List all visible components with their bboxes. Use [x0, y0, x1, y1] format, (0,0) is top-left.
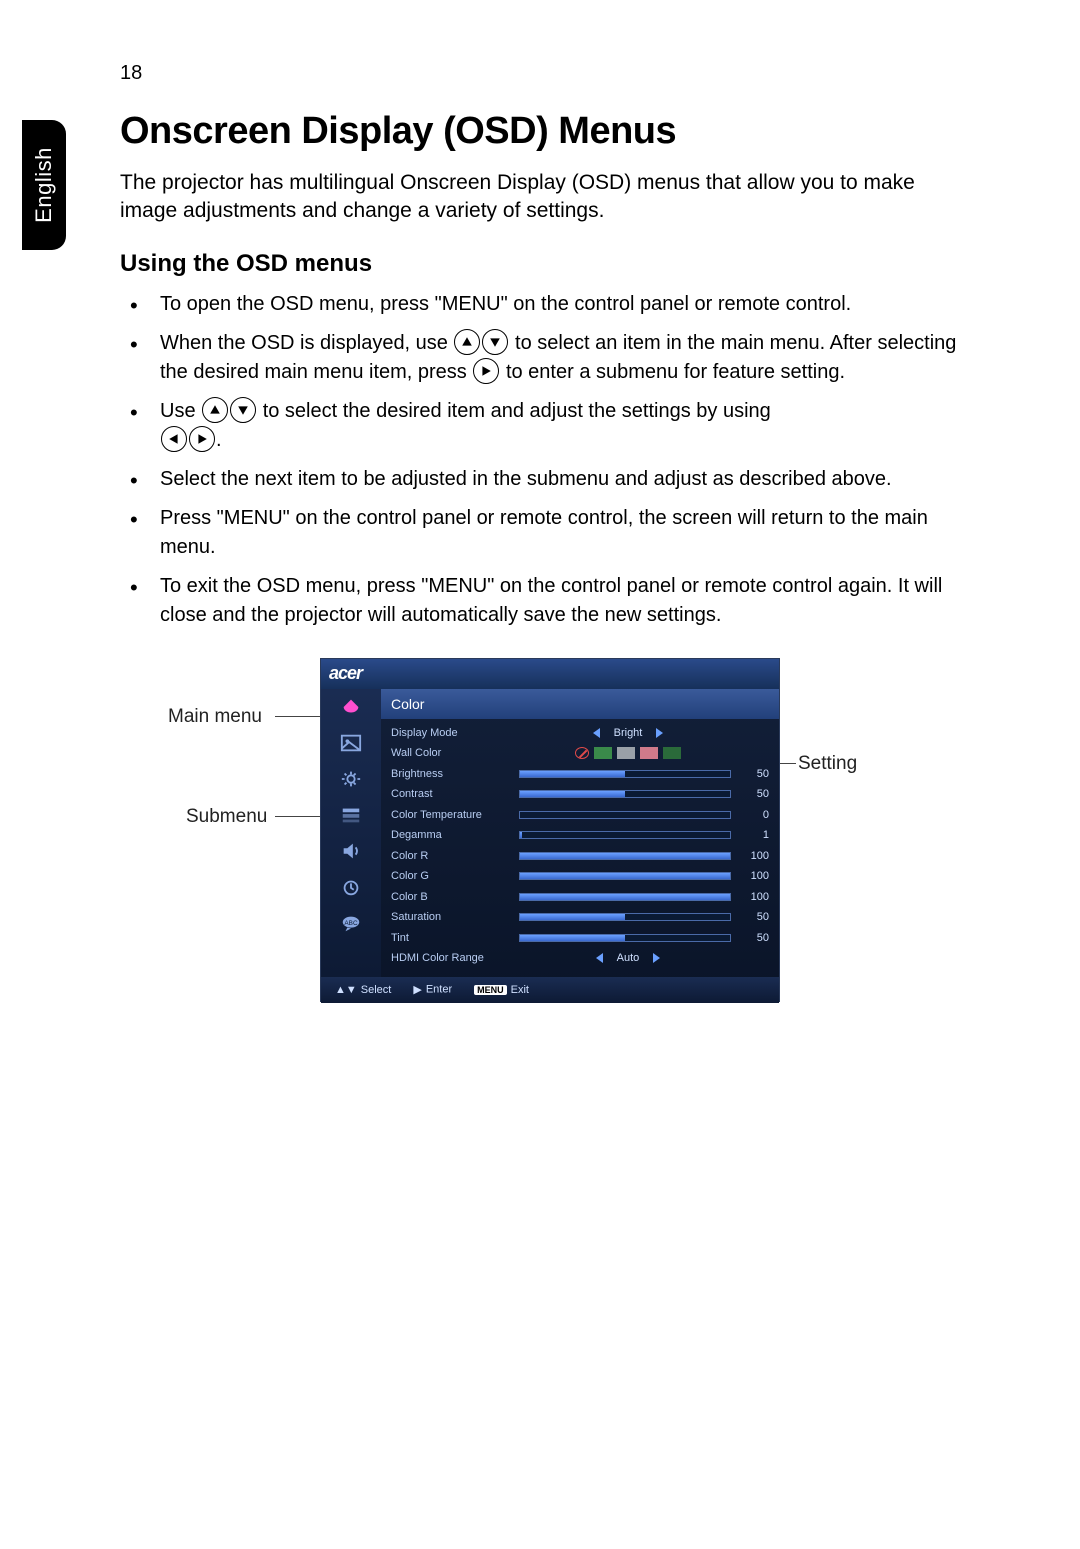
osd-row-label: Degamma	[391, 829, 519, 841]
menu-audio-icon[interactable]	[337, 839, 365, 863]
osd-row-label: Contrast	[391, 788, 519, 800]
up-arrow-icon	[202, 397, 228, 423]
osd-row[interactable]: Color Temperature 0	[391, 805, 769, 826]
text-run: to enter a submenu for feature setting.	[506, 361, 845, 383]
osd-row[interactable]: Saturation 50	[391, 907, 769, 928]
osd-row-control[interactable]	[519, 770, 737, 778]
osd-row-control[interactable]	[519, 913, 737, 921]
intro-paragraph: The projector has multilingual Onscreen …	[120, 169, 960, 226]
osd-row-control[interactable]	[519, 852, 737, 860]
osd-row[interactable]: Color B 100	[391, 887, 769, 908]
footer-select: ▲▼Select	[335, 984, 391, 996]
down-arrow-icon	[482, 329, 508, 355]
osd-row-label: Display Mode	[391, 727, 519, 739]
osd-main: Color Display ModeBrightWall ColorBright…	[381, 689, 779, 977]
osd-rows: Display ModeBrightWall ColorBrightness50…	[381, 719, 779, 977]
bullet-item: When the OSD is displayed, use to select…	[120, 329, 960, 387]
down-arrow-icon	[230, 397, 256, 423]
osd-footer: ▲▼Select ▶Enter MENUExit	[321, 977, 779, 1003]
bullet-item: To open the OSD menu, press "MENU" on th…	[120, 290, 960, 319]
osd-row-value: 50	[737, 788, 769, 800]
osd-row[interactable]: Display ModeBright	[391, 723, 769, 744]
right-arrow-icon	[473, 358, 499, 384]
osd-row-control[interactable]	[519, 747, 737, 759]
osd-row-control[interactable]: Bright	[519, 727, 737, 739]
osd-row-value: 1	[737, 829, 769, 841]
osd-row-value: 100	[737, 850, 769, 862]
osd-row[interactable]: Brightness 50	[391, 764, 769, 785]
page: 18 English Onscreen Display (OSD) Menus …	[0, 0, 1080, 1549]
bullet-item: Select the next item to be adjusted in t…	[120, 465, 960, 494]
osd-row-control[interactable]	[519, 811, 737, 819]
bullet-item: Press "MENU" on the control panel or rem…	[120, 504, 960, 562]
osd-row-control[interactable]	[519, 872, 737, 880]
language-tab-label: English	[31, 147, 57, 223]
osd-row-value: 100	[737, 870, 769, 882]
osd-row-control[interactable]	[519, 790, 737, 798]
footer-enter: ▶Enter	[413, 983, 452, 996]
osd-row[interactable]: Wall Color	[391, 743, 769, 764]
text-run: .	[216, 429, 222, 451]
osd-row-control[interactable]	[519, 893, 737, 901]
osd-row-value: 50	[737, 768, 769, 780]
osd-row-label: Color B	[391, 891, 519, 903]
osd-row[interactable]: HDMI Color RangeAuto	[391, 948, 769, 969]
bullet-item: To exit the OSD menu, press "MENU" on th…	[120, 572, 960, 630]
leader-line	[275, 716, 325, 717]
osd-row[interactable]: Color G 100	[391, 866, 769, 887]
content: Onscreen Display (OSD) Menus The project…	[120, 110, 960, 1048]
osd-body: ABC Color Display ModeBrightWall ColorBr…	[321, 689, 779, 977]
osd-row[interactable]: Contrast 50	[391, 784, 769, 805]
osd-row-label: Saturation	[391, 911, 519, 923]
text-run: Use	[160, 400, 201, 422]
menu-timer-icon[interactable]	[337, 875, 365, 899]
osd-row-label: Color G	[391, 870, 519, 882]
osd-row-value: 0	[737, 809, 769, 821]
osd-row-label: Color Temperature	[391, 809, 519, 821]
menu-setting-icon[interactable]	[337, 767, 365, 791]
osd-row-value: 100	[737, 891, 769, 903]
menu-color-icon[interactable]	[337, 695, 365, 719]
bullet-item: Use to select the desired item and adjus…	[120, 397, 960, 455]
text-run: When the OSD is displayed, use	[160, 332, 453, 354]
osd-row-label: Brightness	[391, 768, 519, 780]
callout-setting: Setting	[798, 753, 857, 775]
text-run: to select the desired item and adjust th…	[263, 400, 771, 422]
osd-figure: Main menu Submenu Setting acer A	[120, 658, 960, 1048]
osd-row[interactable]: Degamma 1	[391, 825, 769, 846]
up-arrow-icon	[454, 329, 480, 355]
osd-row[interactable]: Tint 50	[391, 928, 769, 949]
section-title: Using the OSD menus	[120, 250, 960, 278]
footer-exit: MENUExit	[474, 984, 529, 996]
osd-row-control[interactable]	[519, 831, 737, 839]
osd-row-control[interactable]	[519, 934, 737, 942]
callout-main-menu: Main menu	[168, 706, 262, 728]
brand-logo: acer	[329, 663, 362, 684]
menu-management-icon[interactable]	[337, 803, 365, 827]
page-number: 18	[120, 62, 142, 85]
osd-row-control[interactable]: Auto	[519, 952, 737, 964]
bullet-list: To open the OSD menu, press "MENU" on th…	[120, 290, 960, 630]
menu-language-icon[interactable]: ABC	[337, 911, 365, 935]
osd-row-value: 50	[737, 911, 769, 923]
osd-row-value: 50	[737, 932, 769, 944]
language-tab: English	[22, 120, 66, 250]
svg-text:ABC: ABC	[344, 920, 358, 927]
osd-row-label: Wall Color	[391, 747, 519, 759]
osd-submenu-title: Color	[381, 689, 779, 719]
osd-row-label: Tint	[391, 932, 519, 944]
osd-row-label: Color R	[391, 850, 519, 862]
osd-row-label: HDMI Color Range	[391, 952, 519, 964]
page-title: Onscreen Display (OSD) Menus	[120, 110, 960, 153]
osd-row[interactable]: Color R 100	[391, 846, 769, 867]
left-arrow-icon	[161, 426, 187, 452]
osd-topbar: acer	[321, 659, 779, 689]
callout-submenu: Submenu	[186, 806, 267, 828]
menu-image-icon[interactable]	[337, 731, 365, 755]
osd-sidebar: ABC	[321, 689, 381, 977]
right-arrow-icon	[189, 426, 215, 452]
osd-screenshot: acer ABC Color Display ModeBrightWall Co…	[320, 658, 780, 1002]
